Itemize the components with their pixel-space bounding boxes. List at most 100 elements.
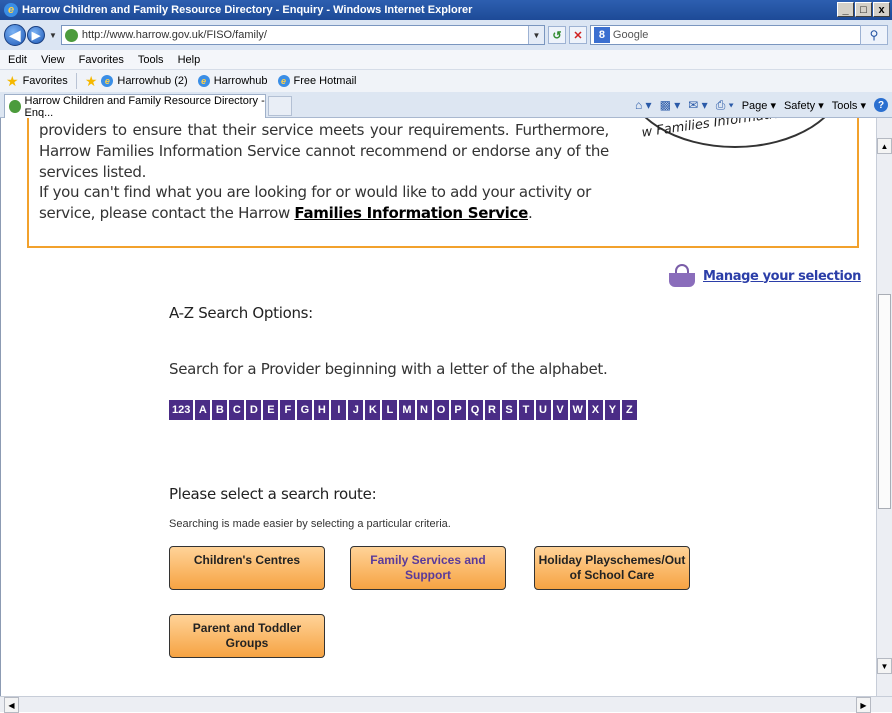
- back-button[interactable]: ◀: [4, 24, 26, 46]
- address-bar: ◀ ▶ ▼ http://www.harrow.gov.uk/FISO/fami…: [0, 20, 892, 50]
- menu-edit[interactable]: Edit: [8, 54, 27, 66]
- az-letter-q[interactable]: Q: [467, 400, 483, 420]
- az-letter-t[interactable]: T: [518, 400, 534, 420]
- scroll-up-icon[interactable]: ▲: [877, 138, 892, 154]
- childrens-centres-button[interactable]: Children's Centres: [169, 546, 325, 590]
- az-letter-v[interactable]: V: [552, 400, 568, 420]
- az-letter-d[interactable]: D: [246, 400, 262, 420]
- new-tab-button[interactable]: [268, 96, 292, 116]
- az-letter-l[interactable]: L: [382, 400, 398, 420]
- az-letter-m[interactable]: M: [399, 400, 415, 420]
- scroll-left-icon[interactable]: ◀: [4, 697, 19, 713]
- az-letter-b[interactable]: B: [212, 400, 228, 420]
- history-dropdown-icon[interactable]: ▼: [49, 31, 57, 40]
- url-dropdown-icon[interactable]: ▼: [527, 26, 544, 44]
- az-letter-c[interactable]: C: [229, 400, 245, 420]
- favorites-button[interactable]: Favorites: [23, 75, 68, 87]
- divider: [75, 73, 77, 89]
- disclaimer-text: providers to ensure that their service m…: [39, 121, 609, 181]
- ie-page-icon: e: [197, 75, 210, 87]
- tab-favicon-icon: [9, 100, 21, 113]
- route-subtitle: Searching is made easier by selecting a …: [169, 518, 451, 530]
- az-letter-e[interactable]: E: [263, 400, 279, 420]
- favorites-star-icon[interactable]: ★: [6, 73, 19, 90]
- page-menu[interactable]: Page ▾: [742, 99, 776, 112]
- add-favorite-icon[interactable]: ★: [85, 73, 98, 90]
- tools-menu[interactable]: Tools ▾: [832, 99, 866, 112]
- vertical-scrollbar[interactable]: ▲ ▼: [876, 118, 892, 696]
- basket-icon[interactable]: [669, 264, 695, 288]
- holiday-playschemes-button[interactable]: Holiday Playschemes/Out of School Care: [534, 546, 690, 590]
- favorite-link-harrowhub[interactable]: e Harrowhub: [197, 75, 268, 87]
- feeds-icon[interactable]: ▩ ▾: [660, 98, 681, 112]
- home-icon[interactable]: ⌂ ▾: [635, 98, 652, 112]
- tab-active[interactable]: Harrow Children and Family Resource Dire…: [4, 94, 266, 119]
- info-box: providers to ensure that their service m…: [27, 118, 859, 248]
- menu-tools[interactable]: Tools: [138, 54, 164, 66]
- ie-page-icon: e: [101, 75, 114, 87]
- help-icon[interactable]: ?: [874, 98, 888, 112]
- favorite-link-harrowhub-2[interactable]: e Harrowhub (2): [101, 75, 188, 87]
- az-letter-a[interactable]: A: [195, 400, 211, 420]
- stop-icon[interactable]: ✕: [568, 26, 587, 44]
- az-letter-j[interactable]: J: [348, 400, 364, 420]
- menu-help[interactable]: Help: [178, 54, 201, 66]
- safety-menu[interactable]: Safety ▾: [784, 99, 824, 112]
- az-letter-f[interactable]: F: [280, 400, 296, 420]
- menu-favorites[interactable]: Favorites: [79, 54, 124, 66]
- scroll-right-icon[interactable]: ▶: [856, 697, 871, 713]
- menu-view[interactable]: View: [41, 54, 65, 66]
- az-letter-p[interactable]: P: [450, 400, 466, 420]
- az-letter-123[interactable]: 123: [169, 400, 194, 420]
- url-text: http://www.harrow.gov.uk/FISO/family/: [81, 29, 267, 41]
- az-letter-s[interactable]: S: [501, 400, 517, 420]
- scroll-down-icon[interactable]: ▼: [877, 658, 892, 674]
- az-letter-n[interactable]: N: [416, 400, 432, 420]
- az-letter-r[interactable]: R: [484, 400, 500, 420]
- menu-bar: Edit View Favorites Tools Help: [0, 50, 892, 70]
- az-letter-y[interactable]: Y: [604, 400, 620, 420]
- scroll-thumb[interactable]: [878, 294, 891, 509]
- refresh-icon[interactable]: ↺: [547, 26, 566, 44]
- az-letter-h[interactable]: H: [314, 400, 330, 420]
- horizontal-scrollbar[interactable]: ◀ ▶: [0, 696, 892, 713]
- families-information-service-link[interactable]: Families Information Service: [294, 204, 528, 222]
- search-input[interactable]: 8 Google: [589, 25, 880, 45]
- command-bar: ⌂ ▾ ▩ ▾ ✉ ▾ ⎙ ▾ Page ▾ Safety ▾ Tools ▾ …: [635, 96, 888, 114]
- az-letter-w[interactable]: W: [569, 400, 586, 420]
- url-input[interactable]: http://www.harrow.gov.uk/FISO/family/ ▼: [60, 25, 545, 45]
- route-title: Please select a search route:: [169, 485, 377, 503]
- manage-selection[interactable]: Manage your selection: [669, 264, 861, 288]
- az-letter-o[interactable]: O: [433, 400, 449, 420]
- minimize-button[interactable]: _: [837, 2, 854, 17]
- parent-toddler-groups-button[interactable]: Parent and Toddler Groups: [169, 614, 325, 658]
- mail-icon[interactable]: ✉ ▾: [688, 98, 707, 112]
- az-letter-i[interactable]: I: [331, 400, 347, 420]
- tab-title: Harrow Children and Family Resource Dire…: [24, 94, 265, 119]
- az-letter-z[interactable]: Z: [621, 400, 637, 420]
- window-title: Harrow Children and Family Resource Dire…: [22, 4, 473, 16]
- ie-logo-icon: e: [4, 3, 18, 17]
- az-title: A-Z Search Options:: [169, 304, 313, 322]
- search-placeholder: Google: [612, 29, 649, 41]
- contact-text: If you can't find what you are looking f…: [39, 183, 592, 222]
- forward-button[interactable]: ▶: [27, 26, 45, 44]
- az-subtitle: Search for a Provider beginning with a l…: [169, 360, 608, 378]
- search-go-icon[interactable]: ⚲: [860, 25, 888, 45]
- manage-selection-link[interactable]: Manage your selection: [703, 269, 861, 284]
- page-icon: [64, 28, 78, 42]
- maximize-button[interactable]: □: [855, 2, 872, 17]
- window-controls: _ □ x: [837, 2, 890, 17]
- favorite-link-hotmail[interactable]: e Free Hotmail: [277, 75, 356, 87]
- close-button[interactable]: x: [873, 2, 890, 17]
- google-logo-icon: 8: [593, 27, 610, 43]
- family-services-button[interactable]: Family Services and Support: [350, 546, 506, 590]
- page-viewport: providers to ensure that their service m…: [0, 118, 876, 696]
- az-letter-u[interactable]: U: [535, 400, 551, 420]
- ie-page-icon: e: [277, 75, 290, 87]
- az-letter-list: 123 A B C D E F G H I J K L M N O P Q R …: [169, 400, 637, 420]
- az-letter-x[interactable]: X: [587, 400, 603, 420]
- az-letter-g[interactable]: G: [297, 400, 313, 420]
- az-letter-k[interactable]: K: [365, 400, 381, 420]
- print-icon[interactable]: ⎙ ▾: [716, 98, 734, 113]
